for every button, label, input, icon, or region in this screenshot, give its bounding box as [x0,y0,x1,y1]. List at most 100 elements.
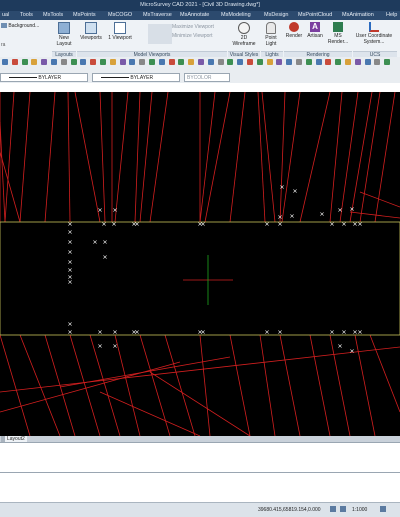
background-button[interactable]: Background... [1,23,39,29]
tab-mscogo[interactable]: MsCOGO [108,12,132,18]
toolbar-tool-icon[interactable] [247,59,253,65]
tab-msanimation[interactable]: MsAnimation [342,12,374,18]
toolbar-tool-icon[interactable] [345,59,351,65]
tin-edge [281,91,301,223]
tin-edge [114,334,141,437]
toolbar-tool-icon[interactable] [41,59,48,65]
tin-edge [67,91,71,223]
toolbar-tool-icon[interactable] [188,59,195,65]
survey-point-marker [98,208,102,212]
toolbar-tool-icon[interactable] [256,59,263,65]
toolbar-tool-icon[interactable] [51,59,57,65]
tab-mspointcloud[interactable]: MsPointCloud [298,12,332,18]
toolbar-tool-icon[interactable] [364,59,371,65]
toolbar-tool-icon[interactable] [237,59,244,65]
tab-tools[interactable]: Tools [20,12,33,18]
toolbar-tool-icon[interactable] [60,59,67,65]
toolbar-tool-icon[interactable] [139,59,146,65]
toolbar-tool-icon[interactable] [335,59,342,65]
tin-edge [349,91,373,223]
annotation-scale[interactable]: 1:1000 [352,507,367,513]
survey-point-marker [68,240,72,244]
toolbar-tool-icon[interactable] [100,59,106,65]
tab-msannotate[interactable]: MsAnnotate [180,12,209,18]
tab-mstraverse[interactable]: MsTraverse [143,12,172,18]
one-viewport-button[interactable]: 1 Viewport [106,22,134,41]
survey-point-marker [68,330,72,334]
toolbar-tool-icon[interactable] [80,59,87,65]
tab-msmodeling[interactable]: MsModeling [221,12,251,18]
visual-style-button[interactable]: 2D Wireframe [229,22,259,47]
render-button[interactable]: Render [284,22,304,39]
tin-edge [19,91,31,223]
toolbar-tool-icon[interactable] [315,59,322,65]
point-light-button[interactable]: Point Light [260,22,282,47]
toolbar-tool-icon[interactable] [31,59,38,65]
toolbar-tool-icon[interactable] [266,59,273,65]
toolbar-tool-icon[interactable] [109,59,116,65]
survey-point-marker [338,344,342,348]
ucs-button[interactable]: User Coordinate System... [354,22,394,45]
toolbar-tool-icon[interactable] [198,59,204,65]
command-divider [0,472,400,473]
tin-edge [149,371,251,437]
toolbar-tool-icon[interactable] [374,59,381,65]
coordinate-readout: 39680.415,65819.154,0.000 [258,507,321,513]
artisan-button[interactable]: A Artisan [305,22,325,39]
toolbar-tool-icon[interactable] [286,59,293,65]
toolbar-tool-icon[interactable] [158,59,165,65]
toolbar-tool-icon[interactable] [21,59,28,65]
tin-edge [359,91,381,223]
viewports-button[interactable]: Viewports [78,22,104,41]
toolbar-tool-icon[interactable] [296,59,302,65]
toolbar-tool-icon[interactable] [178,59,185,65]
toolbar-tool-icon[interactable] [325,59,332,65]
toolbar-tool-icon[interactable] [70,59,77,65]
tab-mspoints[interactable]: MsPoints [73,12,96,18]
survey-point-marker [113,330,117,334]
tab-ual[interactable]: ual [2,12,9,18]
tab-msdesign[interactable]: MsDesign [264,12,288,18]
maximize-viewport-button[interactable]: Maximize Viewport [172,24,214,30]
toolbar-tool-icon[interactable] [227,59,234,65]
toolbar-tool-icon[interactable] [2,59,8,65]
single-viewport-icon [114,22,126,34]
toolbar-tool-icon[interactable] [217,59,224,65]
tin-edge [199,334,211,437]
survey-point-marker [353,222,357,226]
toolbar-tool-icon[interactable] [119,59,126,65]
minimize-viewport-button[interactable]: Minimize Viewport [172,33,212,39]
toolbar-tool-icon[interactable] [305,59,312,65]
plotstyle-dropdown[interactable]: BYCOLOR [184,73,230,82]
toolbar-tool-icon[interactable] [276,59,283,65]
viewport-grid-buttons[interactable] [148,24,172,44]
toolbar-tool-icon[interactable] [90,59,97,65]
toolbar-tool-icon[interactable] [129,59,136,65]
lineweight-dropdown[interactable]: BYLAYER [92,73,180,82]
settings-icon[interactable] [380,506,386,512]
snap-toggle-icon[interactable] [340,506,346,512]
survey-point-marker [320,212,324,216]
crosshair-cursor [183,255,233,305]
linetype-dropdown[interactable]: BYLAYER [0,73,88,82]
new-layout-button[interactable]: New Layout [53,22,75,47]
command-window[interactable] [0,442,400,503]
tab-mstools[interactable]: MsTools [43,12,63,18]
tab-help[interactable]: Help [386,12,397,18]
toolbar-tool-icon[interactable] [384,59,391,65]
tin-edge [0,334,31,437]
survey-point-marker [98,330,102,334]
toolbar-tool-icon[interactable] [354,59,361,65]
toolbar-tool-icon[interactable] [149,59,155,65]
tin-edge [204,91,231,223]
survey-point-marker [278,330,282,334]
toolbar-tool-icon[interactable] [207,59,214,65]
toolbar-tool-icon[interactable] [168,59,175,65]
drawing-canvas[interactable] [0,91,400,437]
grid-toggle-icon[interactable] [330,506,336,512]
lineweight-sample [101,77,129,79]
background-icon [1,23,7,29]
ms-render-button[interactable]: MS Render... [325,22,351,45]
toolbar-tool-icon[interactable] [11,59,18,65]
tin-edge [4,91,15,223]
